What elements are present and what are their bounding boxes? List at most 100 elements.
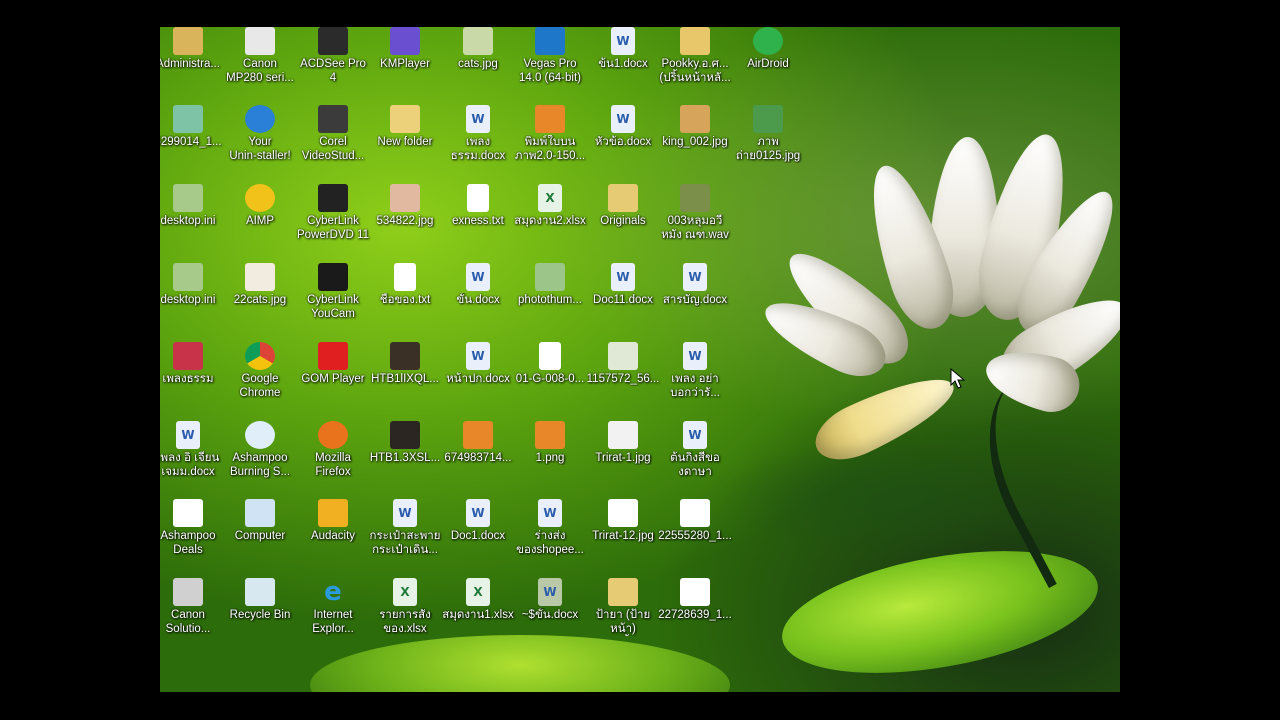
desktop-icon[interactable]: W หัวข้อ.docx — [585, 105, 661, 149]
desktop-icon-label: 22728639_1... — [658, 609, 732, 621]
desktop-icon[interactable]: 01-G-008-0... — [512, 342, 588, 386]
desktop-icon-label: HTB1lIXQL... — [371, 373, 439, 385]
desktop-icon[interactable]: W ร่างส่ง ของshopee... — [512, 499, 588, 557]
desktop-icon[interactable]: HTB1.3XSL... — [367, 421, 443, 465]
desktop-icon[interactable]: Audacity — [295, 499, 371, 543]
desktop-icon[interactable]: HTB1lIXQL... — [367, 342, 443, 386]
desktop-icon[interactable]: Trirat-1.jpg — [585, 421, 661, 465]
desktop-icon[interactable]: Vegas Pro 14.0 (64-bit) — [512, 27, 588, 85]
word-doc-icon: W — [611, 263, 635, 291]
word-doc-icon: W — [611, 27, 635, 55]
audacity-icon — [318, 499, 348, 527]
desktop-icon[interactable]: 674983714... — [440, 421, 516, 465]
desktop-icon-label: 003หลุมอวี หมัง ณฑ.wav — [661, 215, 729, 241]
corel-icon — [318, 105, 348, 133]
desktop-icon[interactable]: W เพลง ธรรม.docx — [440, 105, 516, 163]
desktop-icon[interactable]: Recycle Bin — [222, 578, 298, 622]
desktop-icon-label: Audacity — [310, 530, 356, 542]
desktop-icon[interactable]: king_002.jpg — [657, 105, 733, 149]
desktop-icon[interactable]: พิมพ์ใบบน ภาพ2.0-150... — [512, 105, 588, 163]
desktop[interactable]: Administra... Canon MP280 seri... ACDSee P… — [160, 27, 1120, 692]
desktop-icon[interactable]: ACDSee Pro 4 — [295, 27, 371, 85]
desktop-icon-label: เพลง อิ เจียน เจมม.docx — [160, 452, 220, 478]
desktop-icon[interactable]: W หน้าปก.docx — [440, 342, 516, 386]
desktop-icon-label: ACDSee Pro 4 — [300, 58, 366, 84]
desktop-icon[interactable]: X สมุดงาน1.xlsx — [440, 578, 516, 622]
desktop-icon[interactable]: AIMP — [222, 184, 298, 228]
desktop-icon[interactable]: 534822.jpg — [367, 184, 443, 228]
desktop-icon[interactable]: Ashampoo Deals — [160, 499, 226, 557]
desktop-icon[interactable]: X รายการสั่ง ของ.xlsx — [367, 578, 443, 636]
desktop-icon[interactable]: Pookky.อ.ศ... (ปริ้นหน้าหลั... — [657, 27, 733, 85]
desktop-icon-label: 534822.jpg — [376, 215, 434, 227]
desktop-icon-label: Pookky.อ.ศ... (ปริ้นหน้าหลั... — [659, 58, 731, 84]
kmplayer-icon — [390, 27, 420, 55]
desktop-icon[interactable]: W สารบัญ.docx — [657, 263, 733, 307]
word-doc-icon: W — [611, 105, 635, 133]
desktop-icon[interactable]: 5299014_1... — [160, 105, 226, 149]
desktop-icon-label: king_002.jpg — [662, 136, 728, 148]
desktop-icon-label: CyberLink PowerDVD 11 — [296, 215, 369, 241]
desktop-icon[interactable]: AirDroid — [730, 27, 806, 71]
desktop-icon[interactable]: W ขั้น.docx — [440, 263, 516, 307]
desktop-icon-label: 22555280_1... — [658, 530, 732, 542]
desktop-icon[interactable]: W ข้น1.docx — [585, 27, 661, 71]
word-doc-icon: W — [176, 421, 200, 449]
desktop-icon[interactable]: W Doc11.docx — [585, 263, 661, 307]
desktop-icon[interactable]: X สมุดงาน2.xlsx — [512, 184, 588, 228]
desktop-icon[interactable]: photothum... — [512, 263, 588, 307]
image-file-icon — [753, 105, 783, 133]
desktop-icon[interactable]: W ต้นกิ่งสีของดาษา เมลเดมมะ.d... — [657, 421, 733, 479]
ashampoo-deals-icon — [173, 499, 203, 527]
excel-doc-icon: X — [466, 578, 490, 606]
desktop-icon[interactable]: Computer — [222, 499, 298, 543]
desktop-icon[interactable]: 1.png — [512, 421, 588, 465]
powerdvd-icon — [318, 184, 348, 212]
image-file-icon — [463, 421, 493, 449]
desktop-icon[interactable]: ภาพ ถ่าย0125.jpg — [730, 105, 806, 163]
desktop-icon[interactable]: e Internet Explor... — [295, 577, 371, 636]
desktop-icon[interactable]: Canon Solutio... — [160, 578, 226, 636]
desktop-icon[interactable]: Originals — [585, 184, 661, 228]
desktop-icon[interactable]: GOM Player — [295, 342, 371, 386]
desktop-icon[interactable]: desktop.ini — [160, 263, 226, 307]
desktop-icon[interactable]: 1157572_56... — [585, 342, 661, 386]
desktop-icon[interactable]: cats.jpg — [440, 27, 516, 71]
youcam-icon — [318, 263, 348, 291]
desktop-icon-label: ~$ขั้น.docx — [521, 609, 579, 621]
desktop-icon[interactable]: desktop.ini — [160, 184, 226, 228]
desktop-icon[interactable]: 22555280_1... — [657, 499, 733, 543]
desktop-icon[interactable]: W ~$ขั้น.docx — [512, 578, 588, 622]
desktop-icon[interactable]: KMPlayer — [367, 27, 443, 71]
desktop-icon-label: สมุดงาน2.xlsx — [514, 215, 586, 227]
desktop-icon[interactable]: 22728639_1... — [657, 578, 733, 622]
desktop-icon[interactable]: Administra... — [160, 27, 226, 71]
desktop-icon[interactable]: CyberLink YouCam — [295, 263, 371, 321]
desktop-icon[interactable]: Canon MP280 seri... — [222, 27, 298, 85]
blank-file-icon — [539, 342, 561, 370]
desktop-icon[interactable]: Corel VideoStud... — [295, 105, 371, 163]
desktop-icon[interactable]: Google Chrome — [222, 342, 298, 400]
desktop-icon[interactable]: Ashampoo Burning S... — [222, 421, 298, 479]
desktop-icon[interactable]: W Doc1.docx — [440, 499, 516, 543]
desktop-icon[interactable]: 22cats.jpg — [222, 263, 298, 307]
desktop-icon[interactable]: W เพลง อิ เจียน เจมม.docx — [160, 421, 226, 479]
desktop-icon[interactable]: exness.txt — [440, 184, 516, 228]
image-file-icon — [535, 421, 565, 449]
desktop-icon[interactable]: W กระเป๋าสะพาย กระเป๋าเดิน... — [367, 499, 443, 557]
desktop-icon[interactable]: เพลงธรรม — [160, 342, 226, 386]
desktop-icon[interactable]: Your Unin-staller! — [222, 105, 298, 163]
word-doc-icon: W — [466, 499, 490, 527]
image-file-icon — [608, 342, 638, 370]
desktop-icon[interactable]: Trirat-12.jpg — [585, 499, 661, 543]
desktop-icon-label: Computer — [234, 530, 286, 542]
excel-doc-icon: X — [538, 184, 562, 212]
desktop-icon-label: AIMP — [245, 215, 275, 227]
desktop-icon[interactable]: Mozilla Firefox — [295, 421, 371, 479]
desktop-icon[interactable]: ป้ายา (ป้ายหน้า) ......(ปริ้นห... — [585, 578, 661, 636]
desktop-icon[interactable]: New folder — [367, 105, 443, 149]
desktop-icon[interactable]: CyberLink PowerDVD 11 — [295, 184, 371, 242]
desktop-icon[interactable]: ชื่อของ.txt — [367, 263, 443, 307]
desktop-icon[interactable]: W เพลง อย่า บอกว่ารั... — [657, 342, 733, 400]
desktop-icon[interactable]: 003หลุมอวี หมัง ณฑ.wav — [657, 184, 733, 242]
